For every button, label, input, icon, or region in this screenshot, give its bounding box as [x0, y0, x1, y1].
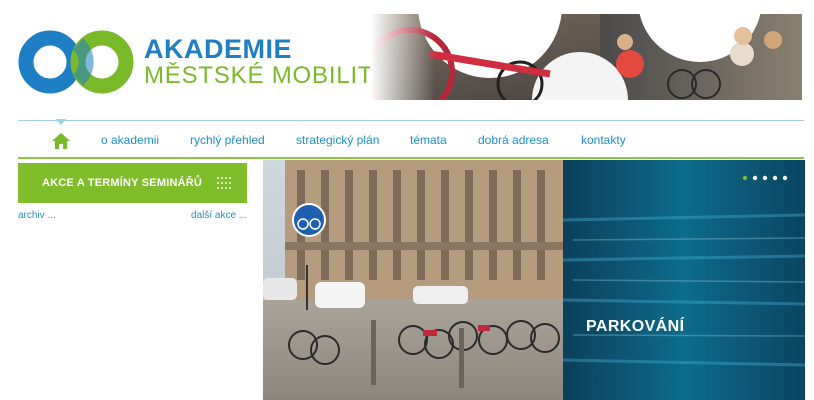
grid-icon: [217, 177, 231, 189]
nav-item-o-akademii[interactable]: o akademii: [101, 133, 159, 147]
events-panel-header[interactable]: AKCE A TERMÍNY SEMINÁŘŮ: [18, 163, 247, 203]
banner-caption: PARKOVÁNÍ: [586, 318, 685, 335]
main-navigation: o akademii rychlý přehled strategický pl…: [18, 120, 804, 159]
hero-image: [263, 160, 805, 400]
slide-dot-5: [782, 175, 788, 181]
header-photo-strip: [370, 14, 802, 100]
events-title: AKCE A TERMÍNY SEMINÁŘŮ: [42, 177, 203, 189]
nav-item-strategicky-plan[interactable]: strategický plán: [296, 133, 379, 147]
archive-link[interactable]: archiv ...: [18, 210, 56, 221]
nav-item-kontakty[interactable]: kontakty: [581, 133, 626, 147]
site-header: AKADEMIE MĚSTSKÉ MOBILITY: [0, 0, 814, 120]
nav-active-indicator: [56, 119, 66, 125]
slide-dot-4: [772, 175, 778, 181]
nav-item-rychly-prehled[interactable]: rychlý přehled: [190, 133, 265, 147]
more-events-link[interactable]: další akce ...: [191, 210, 247, 221]
home-icon[interactable]: [52, 133, 70, 149]
slider-pagination[interactable]: [741, 174, 789, 182]
nav-item-temata[interactable]: témata: [410, 133, 447, 147]
slide-dot-3: [762, 175, 768, 181]
slide-dot-1: [742, 175, 748, 181]
slide-dot-2: [752, 175, 758, 181]
logo-title: AKADEMIE: [144, 34, 293, 64]
hero-slider[interactable]: PARKOVÁNÍ: [263, 160, 805, 400]
nav-item-dobra-adresa[interactable]: dobrá adresa: [478, 133, 549, 147]
logo-subtitle: MĚSTSKÉ MOBILITY: [144, 62, 391, 89]
logo-icon: [18, 30, 134, 94]
